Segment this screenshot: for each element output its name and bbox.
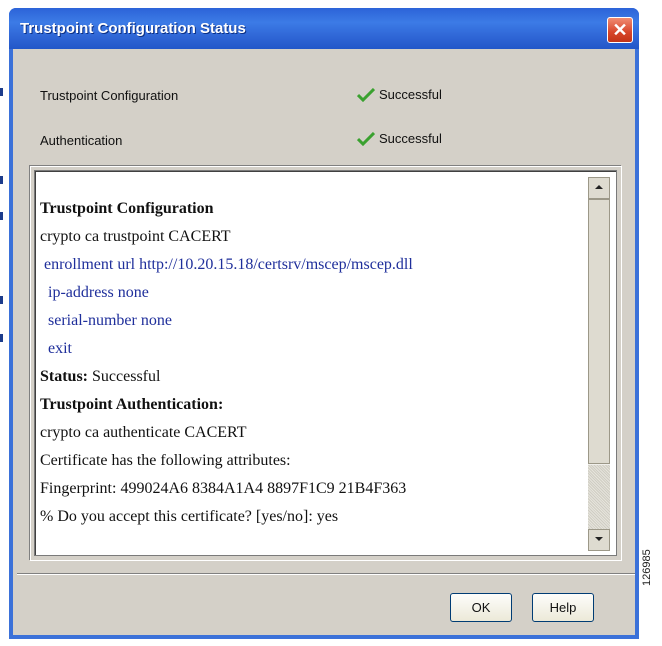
log-line: Trustpoint Configuration [40,200,214,217]
log-line: exit [40,340,72,357]
summary-status-config: Successful [379,87,442,102]
dialog-body: Trustpoint Configuration Successful Auth… [13,49,635,635]
help-button[interactable]: Help [532,593,594,622]
summary-status-auth: Successful [379,131,442,146]
close-icon: ✕ [612,20,628,40]
background-fragment [0,88,3,96]
close-button[interactable]: ✕ [607,17,633,43]
title-bar[interactable]: Trustpoint Configuration Status ✕ [9,8,639,49]
scroll-thumb[interactable] [588,199,610,464]
log-line: Trustpoint Authentication: [40,396,224,413]
log-line: crypto ca authenticate CACERT [40,424,247,441]
log-line: Status: Successful [40,368,160,386]
separator [17,574,635,575]
summary-label-config: Trustpoint Configuration [40,88,179,103]
status-value: Successful [88,368,161,385]
log-line: enrollment url http://10.20.15.18/certsr… [40,256,413,273]
ok-button[interactable]: OK [450,593,512,622]
dialog-title: Trustpoint Configuration Status [20,20,246,37]
vertical-scrollbar[interactable] [588,177,610,551]
log-line: Certificate has the following attributes… [40,452,291,469]
log-line: serial-number none [40,312,172,329]
summary-label-auth: Authentication [40,133,123,148]
dialog-window: Trustpoint Configuration Status ✕ Trustp… [9,8,639,639]
arrow-up-icon [595,185,603,189]
log-line: ip-address none [40,284,149,301]
background-fragment [0,334,3,342]
figure-id: 126985 [641,549,653,586]
background-fragment [0,296,3,304]
arrow-down-icon [595,537,603,541]
scroll-track[interactable] [588,465,610,529]
scroll-down-button[interactable] [588,529,610,551]
log-line: crypto ca trustpoint CACERT [40,228,231,245]
status-key: Status: [40,368,89,385]
checkmark-icon [357,88,375,102]
log-line: % Do you accept this certificate? [yes/n… [40,508,339,525]
checkmark-icon [357,132,375,146]
background-fragment [0,176,3,184]
background-fragment [0,212,3,220]
log-line: Fingerprint: 499024A6 8384A1A4 8897F1C9 … [40,480,407,497]
scroll-up-button[interactable] [588,177,610,199]
